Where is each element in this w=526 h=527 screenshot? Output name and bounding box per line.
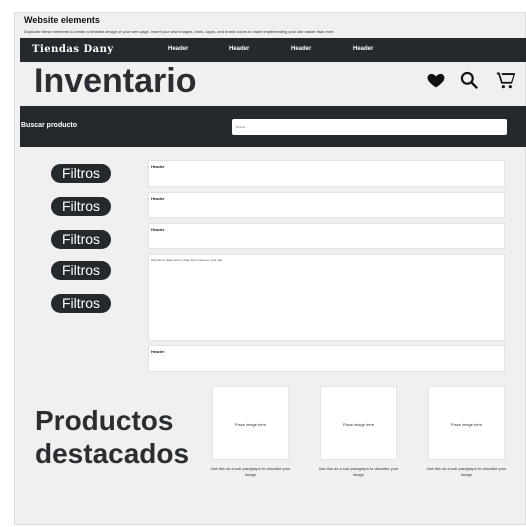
cart-icon[interactable]	[496, 70, 516, 90]
image-placeholder-label: Place image here	[342, 422, 375, 427]
frame-title: Website elements	[24, 15, 100, 25]
filter-button-4[interactable]: Filtros	[51, 261, 111, 280]
filter-button-1[interactable]: Filtros	[51, 164, 111, 183]
product-caption-2: Use this as a sub-paragraph to describe …	[318, 466, 399, 477]
panel-header: Header	[151, 164, 165, 169]
product-image-1[interactable]: Place image here	[212, 386, 289, 460]
nav-item-4[interactable]: Header	[353, 46, 373, 52]
filter-button-5[interactable]: Filtros	[51, 294, 111, 313]
page-title: Inventario	[34, 62, 197, 100]
top-navigation-bar: Tiendas Dany Header Header Header Header	[20, 38, 526, 62]
panel-note: Use this to place text or drop-down menu…	[151, 258, 223, 262]
search-input[interactable]	[232, 119, 507, 135]
content-panel-5: Header	[148, 345, 505, 372]
nav-item-1[interactable]: Header	[168, 46, 188, 52]
product-image-2[interactable]: Place image here	[320, 386, 397, 460]
nav-item-3[interactable]: Header	[291, 46, 311, 52]
filter-button-2[interactable]: Filtros	[51, 197, 111, 216]
filter-button-3[interactable]: Filtros	[51, 230, 111, 249]
product-caption-1: Use this as a sub-paragraph to describe …	[210, 466, 291, 477]
search-label: Buscar producto	[21, 122, 78, 129]
panel-header: Header	[151, 227, 165, 232]
brand-logo[interactable]: Tiendas Dany	[32, 44, 114, 55]
content-panel-2: Header	[148, 192, 505, 218]
panel-header: Header	[151, 349, 165, 354]
featured-products-title: Productos destacados	[35, 404, 189, 470]
content-panel-1: Header	[148, 160, 505, 187]
panel-header: Header	[151, 196, 165, 201]
nav-item-2[interactable]: Header	[229, 46, 249, 52]
product-image-3[interactable]: Place image here	[428, 386, 505, 460]
search-bar: Buscar producto	[20, 106, 526, 147]
search-icon[interactable]	[459, 70, 479, 90]
image-placeholder-label: Place image here	[234, 422, 267, 427]
frame-description: Duplicate these elements to create a det…	[24, 29, 335, 34]
dropdown-panel: Use this to place text or drop-down menu…	[148, 254, 505, 341]
content-panel-3: Header	[148, 223, 505, 249]
image-placeholder-label: Place image here	[450, 422, 483, 427]
featured-title-line-1: Productos	[35, 405, 174, 436]
product-caption-3: Use this as a sub-paragraph to describe …	[426, 466, 507, 477]
featured-title-line-2: destacados	[35, 438, 190, 469]
heart-icon[interactable]	[426, 70, 446, 90]
